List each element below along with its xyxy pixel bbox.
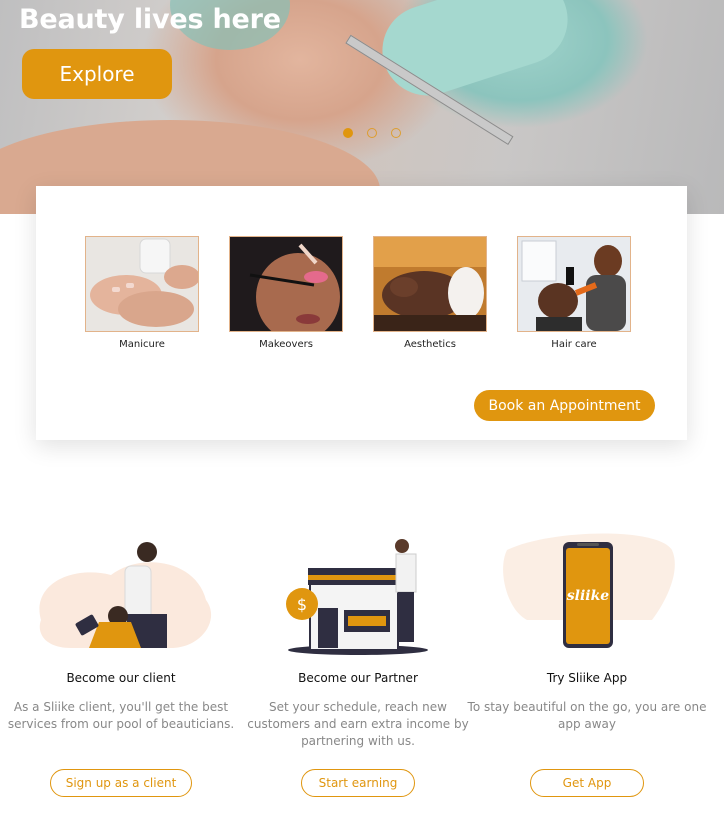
book-appointment-button[interactable]: Book an Appointment: [474, 390, 655, 421]
service-label: Aesthetics: [404, 339, 456, 350]
sign-up-client-button[interactable]: Sign up as a client: [50, 769, 192, 797]
haircare-photo[interactable]: [517, 236, 631, 332]
hero-banner: Beauty lives here Explore: [0, 0, 724, 214]
client-description: As a Sliike client, you'll get the best …: [7, 700, 235, 731]
app-heading: Try Sliike App: [546, 671, 628, 685]
carousel-dot-2[interactable]: [367, 128, 377, 138]
app-section: sliike Try Sliike App To stay beautiful …: [467, 530, 707, 797]
makeover-photo[interactable]: [229, 236, 343, 332]
svg-text:$: $: [297, 595, 307, 614]
get-app-button[interactable]: Get App: [530, 769, 644, 797]
services-card: Manicure Makeovers Aesthetics Hair care …: [36, 186, 687, 440]
app-description: To stay beautiful on the go, you are one…: [467, 700, 707, 731]
partner-heading: Become our Partner: [298, 671, 418, 685]
explore-button[interactable]: Explore: [22, 49, 172, 99]
carousel-dots: [343, 128, 401, 138]
manicure-photo[interactable]: [85, 236, 199, 332]
service-makeovers[interactable]: Makeovers: [229, 236, 343, 350]
client-illustration: [1, 530, 241, 665]
start-earning-button[interactable]: Start earning: [301, 769, 415, 797]
app-illustration: sliike: [467, 530, 707, 665]
carousel-dot-3[interactable]: [391, 128, 401, 138]
client-heading: Become our client: [66, 671, 176, 685]
service-manicure[interactable]: Manicure: [85, 236, 199, 350]
partner-illustration: $: [238, 530, 478, 665]
partner-section: $ Become our Partner Set your schedule, …: [238, 530, 478, 797]
app-logo: sliike: [567, 588, 610, 604]
partner-description: Set your schedule, reach new customers a…: [247, 700, 469, 748]
client-section: Become our client As a Sliike client, yo…: [1, 530, 241, 797]
service-label: Hair care: [551, 339, 597, 350]
service-aesthetics[interactable]: Aesthetics: [373, 236, 487, 350]
service-haircare[interactable]: Hair care: [517, 236, 631, 350]
aesthetics-photo[interactable]: [373, 236, 487, 332]
hero-image-glove: [370, 0, 580, 108]
service-label: Makeovers: [259, 339, 313, 350]
service-label: Manicure: [119, 339, 165, 350]
carousel-dot-1[interactable]: [343, 128, 353, 138]
hero-title: Beauty lives here: [19, 4, 281, 35]
